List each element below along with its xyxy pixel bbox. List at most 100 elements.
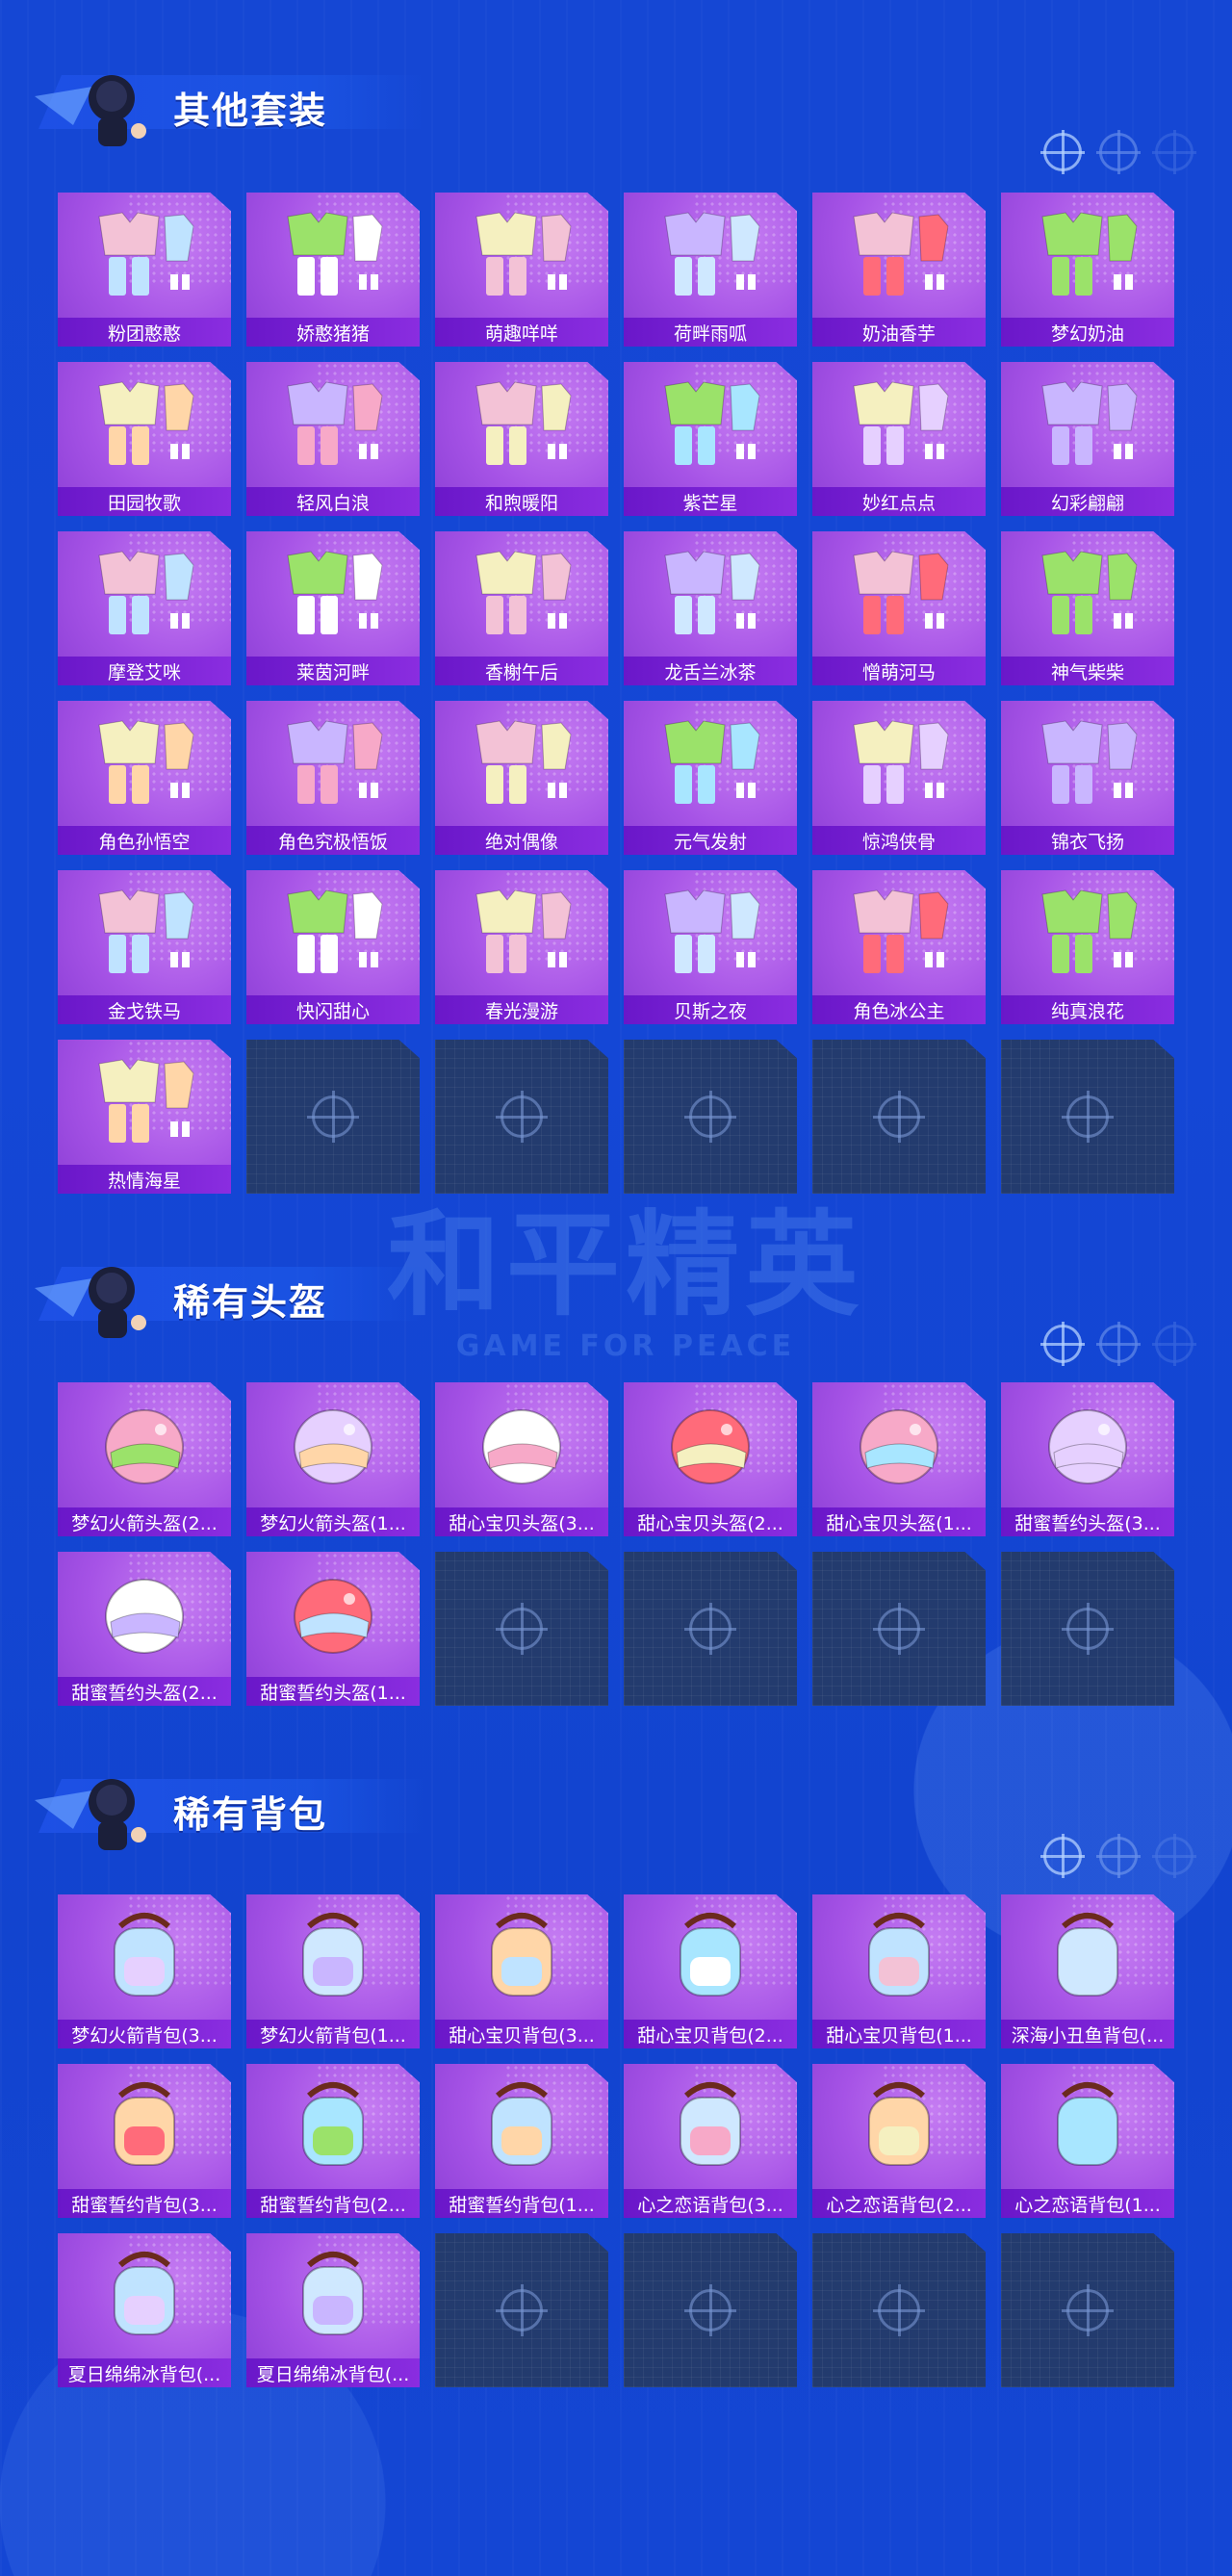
item-label: 梦幻火箭头盔(1... bbox=[246, 1507, 420, 1536]
item-card[interactable]: 甜心宝贝背包(1... bbox=[812, 1894, 986, 2048]
outfit-thumbnail-icon bbox=[624, 710, 797, 816]
crosshair-icon bbox=[1040, 1834, 1085, 1878]
item-card[interactable]: 梦幻火箭背包(3... bbox=[58, 1894, 231, 2048]
item-card[interactable]: 锦衣飞扬 bbox=[1001, 701, 1174, 855]
item-card[interactable]: 甜蜜誓约背包(3... bbox=[58, 2064, 231, 2218]
item-card[interactable]: 甜蜜誓约背包(2... bbox=[246, 2064, 420, 2218]
item-card[interactable]: 甜心宝贝背包(3... bbox=[435, 1894, 608, 2048]
backpack-thumbnail-icon bbox=[58, 1904, 231, 2010]
item-label: 轻风白浪 bbox=[246, 487, 420, 516]
section-outfits: 其他套装 粉团憨憨 娇憨猪猪 萌趣咩咩 荷畔雨呱 奶油香芋 梦幻奶油 田园牧歌 轻风白浪 和煦暖… bbox=[0, 39, 1232, 1194]
outfit-thumbnail-icon bbox=[435, 710, 608, 816]
item-card[interactable]: 甜蜜誓约头盔(3... bbox=[1001, 1382, 1174, 1536]
item-card[interactable]: 心之恋语背包(2... bbox=[812, 2064, 986, 2218]
crosshair-icon bbox=[1152, 1322, 1196, 1366]
item-card[interactable]: 夏日绵绵冰背包(... bbox=[246, 2233, 420, 2387]
item-card[interactable]: 萌趣咩咩 bbox=[435, 193, 608, 347]
item-card[interactable]: 心之恋语背包(3... bbox=[624, 2064, 797, 2218]
item-card[interactable]: 梦幻火箭头盔(2... bbox=[58, 1382, 231, 1536]
item-card[interactable]: 幻彩翩翩 bbox=[1001, 362, 1174, 516]
empty-slot bbox=[435, 1040, 608, 1194]
item-label: 龙舌兰冰茶 bbox=[624, 657, 797, 685]
item-card[interactable]: 贝斯之夜 bbox=[624, 870, 797, 1024]
item-card[interactable]: 纯真浪花 bbox=[1001, 870, 1174, 1024]
item-card[interactable]: 甜蜜誓约背包(1... bbox=[435, 2064, 608, 2218]
item-card[interactable]: 夏日绵绵冰背包(... bbox=[58, 2233, 231, 2387]
outfit-thumbnail-icon bbox=[1001, 372, 1174, 477]
item-label: 梦幻火箭头盔(2... bbox=[58, 1507, 231, 1536]
outfit-thumbnail-icon bbox=[246, 541, 420, 647]
item-card[interactable]: 和煦暖阳 bbox=[435, 362, 608, 516]
item-card[interactable]: 摩登艾咪 bbox=[58, 531, 231, 685]
item-card[interactable]: 甜心宝贝背包(2... bbox=[624, 1894, 797, 2048]
item-card[interactable]: 梦幻火箭头盔(1... bbox=[246, 1382, 420, 1536]
item-card[interactable]: 妙红点点 bbox=[812, 362, 986, 516]
item-label: 甜心宝贝背包(3... bbox=[435, 2020, 608, 2048]
helmet-thumbnail-icon bbox=[435, 1392, 608, 1498]
outfit-thumbnail-icon bbox=[1001, 202, 1174, 308]
item-label: 梦幻火箭背包(3... bbox=[58, 2020, 231, 2048]
item-card[interactable]: 田园牧歌 bbox=[58, 362, 231, 516]
outfit-thumbnail-icon bbox=[624, 202, 797, 308]
item-card[interactable]: 娇憨猪猪 bbox=[246, 193, 420, 347]
item-card[interactable]: 憎萌河马 bbox=[812, 531, 986, 685]
item-card[interactable]: 梦幻奶油 bbox=[1001, 193, 1174, 347]
item-card[interactable]: 紫芒星 bbox=[624, 362, 797, 516]
crosshair-icon bbox=[1096, 130, 1141, 174]
item-card[interactable]: 角色究极悟饭 bbox=[246, 701, 420, 855]
empty-slot bbox=[246, 1040, 420, 1194]
empty-slot bbox=[812, 2233, 986, 2387]
item-label: 绝对偶像 bbox=[435, 826, 608, 855]
item-card[interactable]: 龙舌兰冰茶 bbox=[624, 531, 797, 685]
item-card[interactable]: 奶油香芋 bbox=[812, 193, 986, 347]
item-card[interactable]: 角色冰公主 bbox=[812, 870, 986, 1024]
item-card[interactable]: 神气柴柴 bbox=[1001, 531, 1174, 685]
item-card[interactable]: 热情海星 bbox=[58, 1040, 231, 1194]
item-label: 纯真浪花 bbox=[1001, 995, 1174, 1024]
item-label: 妙红点点 bbox=[812, 487, 986, 516]
item-card[interactable]: 惊鸿侠骨 bbox=[812, 701, 986, 855]
item-card[interactable]: 荷畔雨呱 bbox=[624, 193, 797, 347]
empty-slot bbox=[812, 1552, 986, 1706]
item-card[interactable]: 粉团憨憨 bbox=[58, 193, 231, 347]
item-card[interactable]: 甜蜜誓约头盔(1... bbox=[246, 1552, 420, 1706]
item-card[interactable]: 快闪甜心 bbox=[246, 870, 420, 1024]
crosshair-icon bbox=[1040, 1322, 1085, 1366]
item-label: 元气发射 bbox=[624, 826, 797, 855]
item-card[interactable]: 心之恋语背包(1... bbox=[1001, 2064, 1174, 2218]
helmet-thumbnail-icon bbox=[58, 1561, 231, 1667]
empty-slot bbox=[1001, 1040, 1174, 1194]
section-indicator bbox=[1040, 130, 1196, 174]
item-label: 甜蜜誓约背包(2... bbox=[246, 2189, 420, 2218]
item-card[interactable]: 绝对偶像 bbox=[435, 701, 608, 855]
item-card[interactable]: 莱茵河畔 bbox=[246, 531, 420, 685]
item-label: 甜蜜誓约头盔(1... bbox=[246, 1677, 420, 1706]
crosshair-icon bbox=[684, 1091, 736, 1143]
item-card[interactable]: 元气发射 bbox=[624, 701, 797, 855]
item-card[interactable]: 香榭午后 bbox=[435, 531, 608, 685]
item-card[interactable]: 金戈铁马 bbox=[58, 870, 231, 1024]
crosshair-icon bbox=[496, 2284, 548, 2336]
item-card[interactable]: 轻风白浪 bbox=[246, 362, 420, 516]
item-grid: 梦幻火箭头盔(2... 梦幻火箭头盔(1... 甜心宝贝头盔(3... 甜心宝贝头盔(… bbox=[58, 1382, 1174, 1706]
outfit-thumbnail-icon bbox=[812, 710, 986, 816]
helmet-thumbnail-icon bbox=[246, 1561, 420, 1667]
item-label: 甜心宝贝背包(2... bbox=[624, 2020, 797, 2048]
item-card[interactable]: 甜心宝贝头盔(1... bbox=[812, 1382, 986, 1536]
item-card[interactable]: 角色孙悟空 bbox=[58, 701, 231, 855]
item-label: 锦衣飞扬 bbox=[1001, 826, 1174, 855]
crosshair-icon bbox=[1040, 130, 1085, 174]
item-card[interactable]: 甜蜜誓约头盔(2... bbox=[58, 1552, 231, 1706]
item-card[interactable]: 春光漫游 bbox=[435, 870, 608, 1024]
crosshair-icon bbox=[1062, 2284, 1114, 2336]
backpack-thumbnail-icon bbox=[246, 1904, 420, 2010]
empty-slot bbox=[624, 2233, 797, 2387]
item-card[interactable]: 梦幻火箭背包(1... bbox=[246, 1894, 420, 2048]
item-card[interactable]: 甜心宝贝头盔(3... bbox=[435, 1382, 608, 1536]
item-card[interactable]: 甜心宝贝头盔(2... bbox=[624, 1382, 797, 1536]
item-card[interactable]: 深海小丑鱼背包(... bbox=[1001, 1894, 1174, 2048]
backpack-thumbnail-icon bbox=[58, 2074, 231, 2179]
section-header: 稀有头盔 bbox=[0, 1230, 1232, 1366]
crosshair-icon bbox=[873, 1091, 925, 1143]
outfit-thumbnail-icon bbox=[812, 541, 986, 647]
